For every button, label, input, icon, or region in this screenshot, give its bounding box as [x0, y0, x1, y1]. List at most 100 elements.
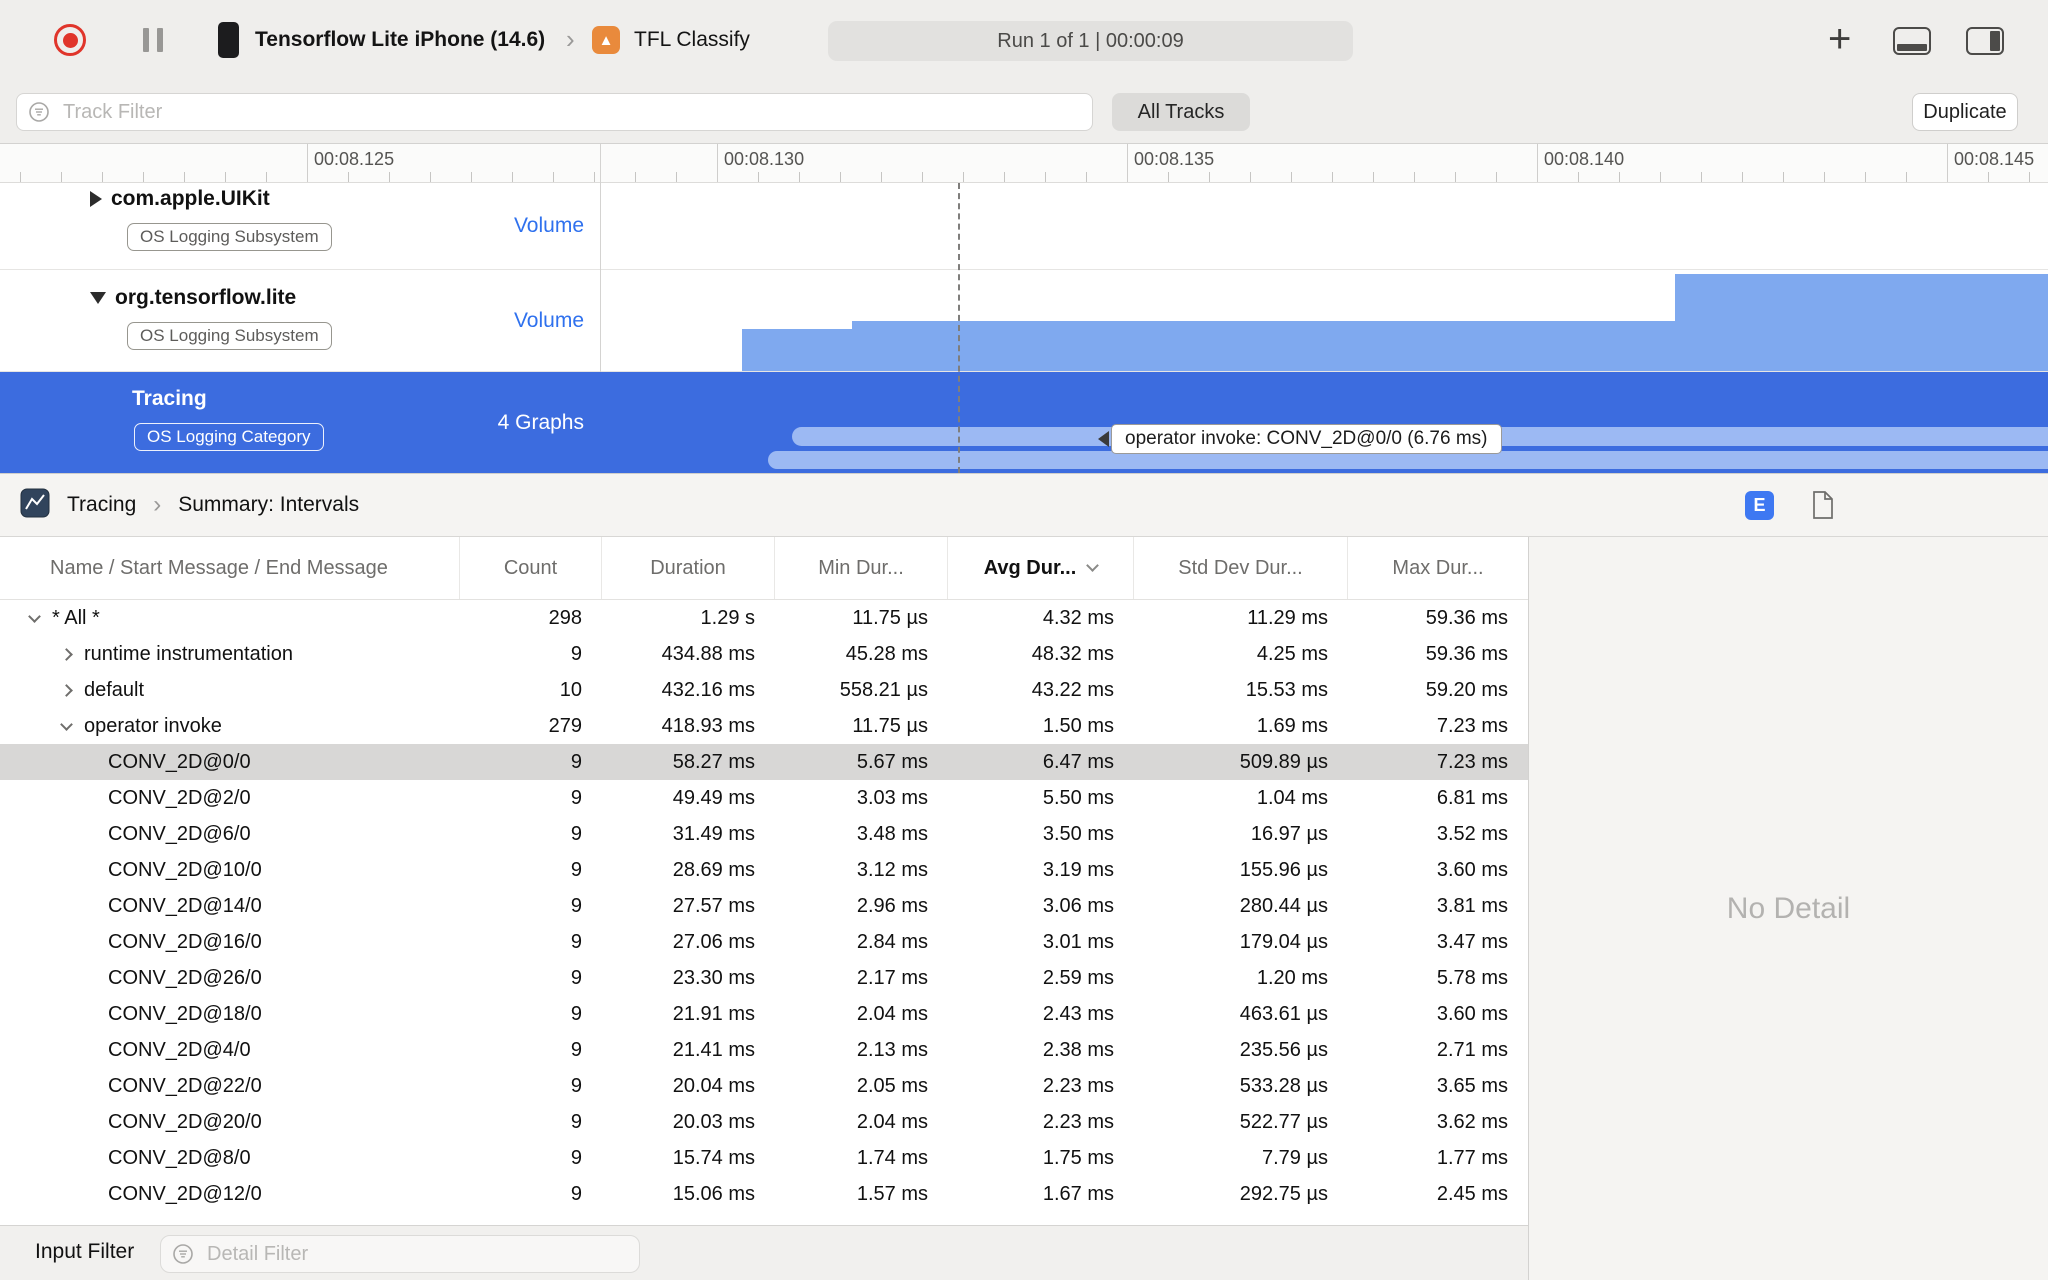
- cell-std: 155.96 µs: [1239, 858, 1328, 881]
- table-row[interactable]: CONV_2D@14/0 9 27.57 ms 2.96 ms 3.06 ms 280.4…: [0, 888, 1528, 924]
- timeline-ruler[interactable]: 00:08.125 00:08.130 00:08.135 00:08.140 00:0…: [0, 144, 2048, 183]
- process-breadcrumb[interactable]: ▲ TFL Classify: [592, 0, 750, 80]
- table-row[interactable]: * All * 298 1.29 s 11.75 µs 4.32 ms 11.29 ms 5…: [0, 600, 1528, 636]
- column-header-avg[interactable]: Avg Dur...: [948, 537, 1134, 599]
- cell-avg: 2.23 ms: [1042, 1110, 1114, 1133]
- ruler-tick: [20, 172, 21, 182]
- ruler-tick: [635, 172, 636, 182]
- breadcrumb-root[interactable]: Tracing: [67, 493, 136, 517]
- cell-min: 2.96 ms: [856, 894, 928, 917]
- all-tracks-button[interactable]: All Tracks: [1112, 93, 1250, 131]
- table-row[interactable]: default 10 432.16 ms 558.21 µs 43.22 ms 15.53…: [0, 672, 1528, 708]
- ruler-tick: [1332, 172, 1333, 182]
- ruler-label: 00:08.135: [1134, 149, 1215, 169]
- ruler-tick: [471, 172, 472, 182]
- volume-chart-lane[interactable]: [600, 270, 2048, 371]
- record-button[interactable]: [54, 24, 86, 56]
- column-header-stddev[interactable]: Std Dev Dur...: [1134, 537, 1348, 599]
- disclosure-down-icon[interactable]: [90, 292, 106, 304]
- column-header-min[interactable]: Min Dur...: [775, 537, 948, 599]
- table-row[interactable]: CONV_2D@4/0 9 21.41 ms 2.13 ms 2.38 ms 235.56…: [0, 1032, 1528, 1068]
- device-breadcrumb[interactable]: Tensorflow Lite iPhone (14.6): [218, 0, 545, 80]
- pause-button[interactable]: [143, 28, 163, 52]
- cell-avg: 3.06 ms: [1042, 894, 1114, 917]
- ruler-tick: [922, 172, 923, 182]
- table-row[interactable]: CONV_2D@10/0 9 28.69 ms 3.12 ms 3.19 ms 155.9…: [0, 852, 1528, 888]
- ruler-tick: [758, 172, 759, 182]
- track-lane-empty[interactable]: [600, 183, 2048, 269]
- table-row[interactable]: CONV_2D@6/0 9 31.49 ms 3.48 ms 3.50 ms 16.97 …: [0, 816, 1528, 852]
- track-row-uikit[interactable]: com.apple.UIKit OS Logging Subsystem Vol…: [0, 183, 2048, 270]
- cell-max: 3.47 ms: [1436, 930, 1508, 953]
- detail-filter-input[interactable]: [160, 1235, 640, 1273]
- tooltip-text: operator invoke: CONV_2D@0/0 (6.76 ms): [1111, 424, 1502, 454]
- track-row-tracing-selected[interactable]: Tracing OS Logging Category 4 Graphs ope…: [0, 372, 2048, 473]
- cell-count: 9: [570, 1110, 582, 1133]
- cell-duration: 27.06 ms: [672, 930, 755, 953]
- cell-avg: 2.59 ms: [1042, 966, 1114, 989]
- table-row[interactable]: CONV_2D@16/0 9 27.06 ms 2.84 ms 3.01 ms 179.0…: [0, 924, 1528, 960]
- column-header-duration[interactable]: Duration: [602, 537, 775, 599]
- table-row[interactable]: CONV_2D@2/0 9 49.49 ms 3.03 ms 5.50 ms 1.04 m…: [0, 780, 1528, 816]
- detail-header: Tracing › Summary: Intervals E: [0, 473, 2048, 537]
- cell-min: 5.67 ms: [856, 750, 928, 773]
- cell-max: 2.71 ms: [1436, 1038, 1508, 1061]
- playhead-dashed-line[interactable]: [958, 183, 960, 473]
- ruler-tick: [1414, 172, 1415, 182]
- cell-min: 2.84 ms: [856, 930, 928, 953]
- breadcrumb-page[interactable]: Summary: Intervals: [178, 493, 359, 517]
- table-row[interactable]: CONV_2D@18/0 9 21.91 ms 2.04 ms 2.43 ms 463.6…: [0, 996, 1528, 1032]
- track-name: com.apple.UIKit: [111, 187, 270, 210]
- table-row[interactable]: CONV_2D@20/0 9 20.03 ms 2.04 ms 2.23 ms 522.7…: [0, 1104, 1528, 1140]
- add-instrument-button[interactable]: +: [1828, 18, 1851, 60]
- tracing-instrument-icon: [20, 488, 50, 523]
- input-filter-label[interactable]: Input Filter: [35, 1240, 134, 1264]
- table-row[interactable]: runtime instrumentation 9 434.88 ms 45.28 m…: [0, 636, 1528, 672]
- table-row[interactable]: CONV_2D@12/0 9 15.06 ms 1.57 ms 1.67 ms 292.7…: [0, 1176, 1528, 1212]
- ruler-tick: [1168, 172, 1169, 182]
- track-filter-input[interactable]: [16, 93, 1093, 131]
- cell-avg: 6.47 ms: [1042, 750, 1114, 773]
- document-icon[interactable]: [1812, 491, 1834, 524]
- tracing-intervals-lane[interactable]: operator invoke: CONV_2D@0/0 (6.76 ms): [600, 372, 2048, 473]
- process-name: TFL Classify: [634, 28, 750, 51]
- row-name: CONV_2D@2/0: [108, 786, 251, 809]
- chevron-right-icon[interactable]: [60, 647, 73, 661]
- table-row[interactable]: CONV_2D@26/0 9 23.30 ms 2.17 ms 2.59 ms 1.20 …: [0, 960, 1528, 996]
- ruler-major-tick: [1537, 144, 1538, 182]
- column-header-name[interactable]: Name / Start Message / End Message: [0, 537, 460, 599]
- filter-icon: [172, 1243, 194, 1270]
- row-name: default: [84, 678, 145, 701]
- column-header-count[interactable]: Count: [460, 537, 602, 599]
- cell-max: 3.65 ms: [1436, 1074, 1508, 1097]
- cell-min: 3.12 ms: [856, 858, 928, 881]
- chevron-down-icon[interactable]: [60, 717, 73, 731]
- disclosure-right-icon[interactable]: [90, 191, 102, 207]
- duplicate-button[interactable]: Duplicate: [1912, 93, 2018, 131]
- toggle-right-pane-button[interactable]: [1966, 27, 2004, 55]
- chevron-right-icon[interactable]: [60, 683, 73, 697]
- cell-count: 9: [570, 1182, 582, 1205]
- filter-row: All Tracks Duplicate: [0, 80, 2048, 144]
- track-meta-label: Volume: [513, 308, 584, 332]
- table-row[interactable]: CONV_2D@8/0 9 15.74 ms 1.74 ms 1.75 ms 7.79 µ…: [0, 1140, 1528, 1176]
- column-header-max[interactable]: Max Dur...: [1348, 537, 1528, 599]
- cell-duration: 432.16 ms: [661, 678, 755, 701]
- table-row[interactable]: operator invoke 279 418.93 ms 11.75 µs 1.50 …: [0, 708, 1528, 744]
- track-row-tensorflow[interactable]: org.tensorflow.lite OS Logging Subsystem…: [0, 270, 2048, 372]
- cell-min: 2.04 ms: [856, 1002, 928, 1025]
- sort-chevron-down-icon: [1086, 559, 1100, 572]
- table-row[interactable]: CONV_2D@0/0 9 58.27 ms 5.67 ms 6.47 ms 509.89…: [0, 744, 1528, 780]
- extended-detail-toggle[interactable]: E: [1745, 491, 1774, 520]
- ruler-tick: [1824, 172, 1825, 182]
- cell-std: 4.25 ms: [1256, 642, 1328, 665]
- ruler-tick: [102, 172, 103, 182]
- cell-avg: 2.43 ms: [1042, 1002, 1114, 1025]
- cell-max: 5.78 ms: [1436, 966, 1508, 989]
- cell-std: 1.69 ms: [1256, 714, 1328, 737]
- chevron-down-icon[interactable]: [28, 609, 41, 623]
- toggle-bottom-pane-button[interactable]: [1893, 27, 1931, 55]
- cell-avg: 3.50 ms: [1042, 822, 1114, 845]
- table-row[interactable]: CONV_2D@22/0 9 20.04 ms 2.05 ms 2.23 ms 533.2…: [0, 1068, 1528, 1104]
- ruler-tick: [1045, 172, 1046, 182]
